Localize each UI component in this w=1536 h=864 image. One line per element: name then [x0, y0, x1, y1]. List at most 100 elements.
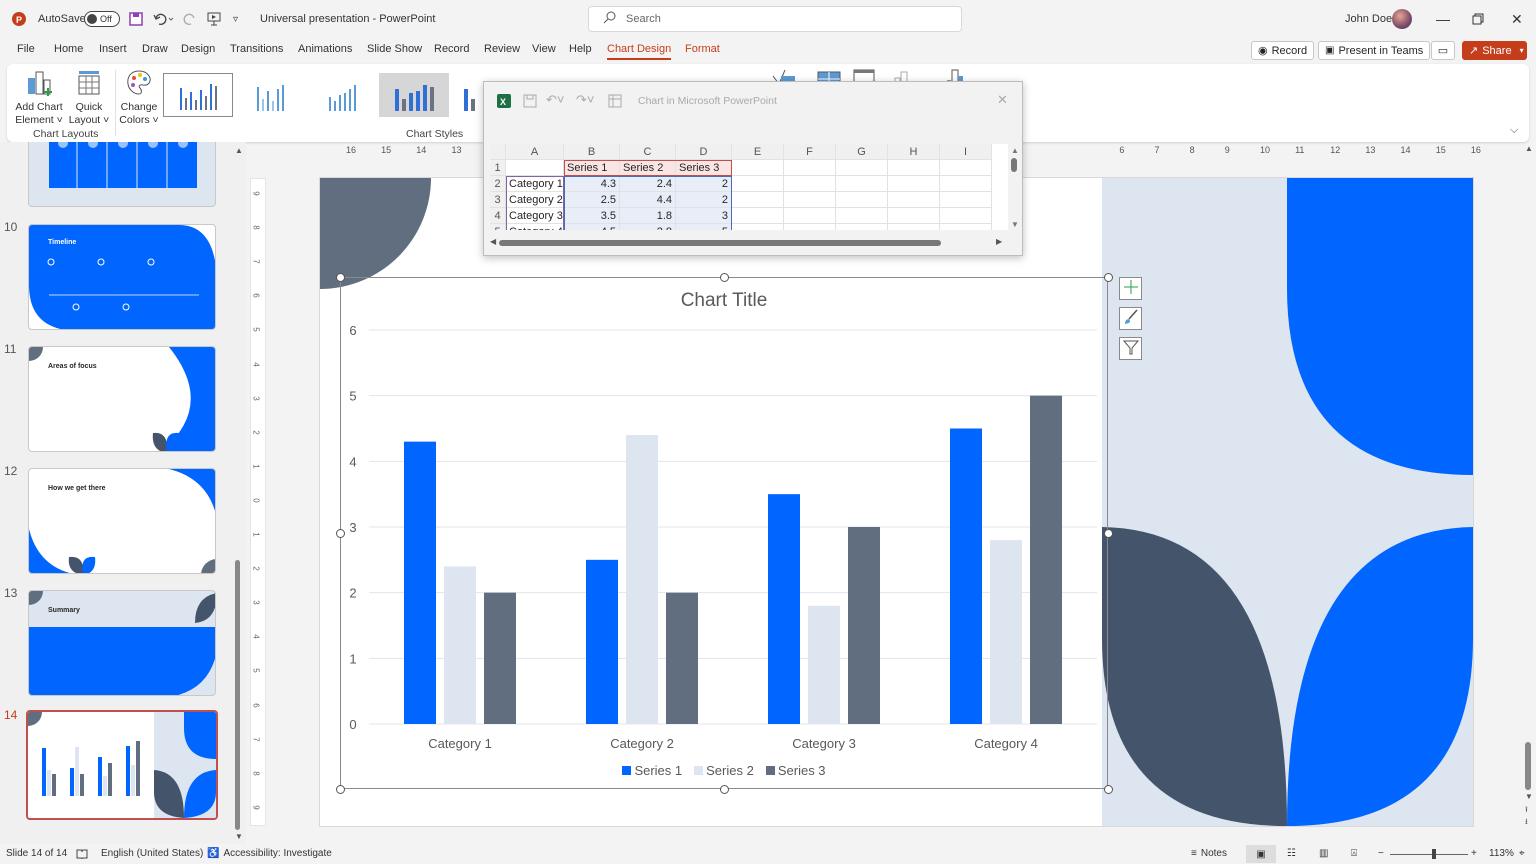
x-tick-label[interactable]: Category 3 — [792, 736, 856, 751]
spreadsheet-cell[interactable]: 1.8 — [620, 208, 676, 224]
scrollbar-thumb[interactable] — [1525, 742, 1531, 790]
chart-data-window[interactable]: X ↶˅ ↷˅ Chart in Microsoft PowerPoint ✕ … — [483, 81, 1023, 256]
spreadsheet-cell[interactable] — [732, 192, 784, 208]
zoom-level[interactable]: 113% — [1489, 848, 1514, 859]
user-avatar[interactable] — [1392, 0, 1412, 38]
legend-item[interactable]: Series 1 — [622, 763, 682, 778]
scroll-up-icon[interactable]: ▲ — [235, 146, 243, 155]
comments-button[interactable]: ▭ — [1431, 41, 1455, 60]
chart-object[interactable]: Chart Title 0 1 2 3 4 5 6 Category 1 Category 2C… — [340, 277, 1108, 789]
slide-thumbnail-13[interactable]: Summary — [28, 590, 216, 696]
resize-handle-se[interactable] — [1104, 785, 1113, 794]
tab-slide-show[interactable]: Slide Show — [367, 43, 422, 55]
editor-scrollbar[interactable]: ▲ ▼ ⭱ ⭳ — [1522, 142, 1536, 844]
slide-thumbnail-10[interactable]: Timeline — [28, 224, 216, 330]
resize-handle-nw[interactable] — [336, 273, 345, 282]
spreadsheet-cell[interactable] — [940, 224, 992, 230]
spreadsheet-cell[interactable] — [940, 160, 992, 176]
bar-series-3[interactable] — [848, 527, 880, 724]
bar-series-2[interactable] — [808, 605, 840, 724]
spreadsheet-cell[interactable] — [836, 192, 888, 208]
scroll-left-icon[interactable]: ◀ — [490, 237, 496, 246]
spreadsheet-cell[interactable] — [784, 176, 836, 192]
scroll-up-icon[interactable]: ▲ — [1525, 144, 1533, 153]
tab-home[interactable]: Home — [54, 43, 83, 55]
spreadsheet-cell[interactable]: 5 — [676, 224, 732, 230]
tab-transitions[interactable]: Transitions — [230, 43, 283, 55]
scroll-down-icon[interactable]: ▼ — [1525, 792, 1533, 801]
notes-button[interactable]: ≡ Notes — [1191, 848, 1227, 859]
present-in-teams-button[interactable]: ▣ Present in Teams — [1318, 41, 1431, 60]
x-tick-label[interactable]: Category 1 — [428, 736, 492, 751]
add-chart-element-button[interactable]: Add Chart Element ˅ — [15, 68, 63, 127]
undo-icon[interactable] — [153, 0, 175, 38]
spreadsheet-cell[interactable]: 2.4 — [620, 176, 676, 192]
y-tick-label[interactable]: 5 — [349, 389, 356, 404]
spreadsheet-cell[interactable] — [732, 176, 784, 192]
spreadsheet-cell[interactable] — [940, 192, 992, 208]
zoom-slider[interactable] — [1390, 849, 1468, 859]
scrollbar-thumb[interactable] — [235, 560, 240, 830]
spreadsheet-cell[interactable]: Category 2 — [506, 192, 564, 208]
vertical-scroll-thumb[interactable] — [1011, 158, 1017, 172]
legend-item[interactable]: Series 3 — [765, 763, 826, 778]
spreadsheet-cell[interactable] — [836, 176, 888, 192]
slide-thumbnail-9[interactable] — [28, 142, 216, 207]
bar-series-2[interactable] — [626, 435, 658, 724]
bar-series-3[interactable] — [484, 592, 516, 724]
collapse-ribbon-icon[interactable]: ⌵ — [1510, 124, 1518, 137]
spreadsheet-cell[interactable] — [888, 176, 940, 192]
bar-series-1[interactable] — [586, 559, 618, 724]
spreadsheet-cell[interactable] — [732, 160, 784, 176]
resize-handle-s[interactable] — [720, 785, 729, 794]
spreadsheet-cell[interactable]: Series 3 — [676, 160, 732, 176]
record-button[interactable]: ◉ Record — [1251, 41, 1315, 60]
chart-style-4[interactable] — [379, 73, 449, 117]
reading-view-button[interactable]: ▥ — [1319, 848, 1328, 859]
normal-view-button[interactable]: ▣ — [1246, 845, 1276, 863]
search-box[interactable]: Search — [588, 6, 962, 32]
close-icon[interactable]: ✕ — [997, 92, 1008, 108]
chart-elements-button[interactable] — [1119, 277, 1142, 300]
spreadsheet-cell[interactable]: 3.5 — [564, 208, 620, 224]
spreadsheet-cell[interactable]: Series 1 — [564, 160, 620, 176]
y-tick-label[interactable]: 3 — [349, 520, 356, 535]
start-slideshow-icon[interactable] — [206, 0, 222, 38]
bar-series-3[interactable] — [666, 592, 698, 724]
next-slide-icon[interactable]: ⭳ — [1525, 816, 1528, 830]
x-tick-label[interactable]: Category 2 — [610, 736, 674, 751]
y-tick-label[interactable]: 1 — [349, 651, 356, 666]
resize-handle-w[interactable] — [336, 529, 345, 538]
spreadsheet-cell[interactable] — [732, 224, 784, 230]
tab-format[interactable]: Format — [685, 43, 720, 55]
tab-design[interactable]: Design — [181, 43, 215, 55]
tab-draw[interactable]: Draw — [142, 43, 168, 55]
spreadsheet-cell[interactable]: Series 2 — [620, 160, 676, 176]
zoom-out-button[interactable]: − — [1378, 848, 1384, 859]
zoom-in-button[interactable]: + — [1471, 848, 1477, 859]
tab-view[interactable]: View — [532, 43, 556, 55]
accessibility-status[interactable]: ♿ Accessibility: Investigate — [207, 848, 332, 859]
language-status[interactable]: English (United States) — [101, 848, 203, 859]
resize-handle-sw[interactable] — [336, 785, 345, 794]
tab-record[interactable]: Record — [434, 43, 469, 55]
spreadsheet-cell[interactable] — [836, 160, 888, 176]
chart-plot-area[interactable]: 0 1 2 3 4 5 6 Category 1 Category 2 Category 3 Cat… — [341, 278, 1109, 790]
spreadsheet-cell[interactable] — [888, 224, 940, 230]
spreadsheet-cell[interactable] — [940, 176, 992, 192]
close-icon[interactable]: ✕ — [1511, 0, 1523, 38]
minimize-icon[interactable]: — — [1436, 0, 1450, 38]
autosave-toggle[interactable]: Off — [84, 0, 120, 38]
spelling-icon[interactable] — [76, 848, 88, 860]
spreadsheet-cell[interactable] — [784, 192, 836, 208]
spreadsheet-cell[interactable] — [888, 208, 940, 224]
slide-sorter-button[interactable]: ☷ — [1287, 848, 1296, 859]
spreadsheet-cell[interactable]: 4.4 — [620, 192, 676, 208]
spreadsheet-cell[interactable]: 3 — [676, 208, 732, 224]
redo-icon[interactable] — [183, 0, 197, 38]
spreadsheet-cell[interactable]: 4.3 — [564, 176, 620, 192]
spreadsheet-cell[interactable] — [888, 192, 940, 208]
thumbnails-scrollbar[interactable]: ▲ ▼ — [232, 142, 246, 844]
chart-legend[interactable]: Series 1 Series 2 Series 3 — [341, 763, 1107, 778]
spreadsheet-cell[interactable] — [940, 208, 992, 224]
